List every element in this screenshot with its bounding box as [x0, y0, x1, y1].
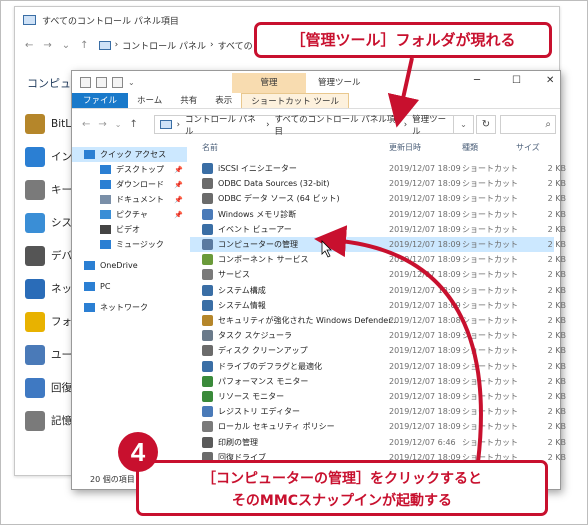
- step-number-badge: 4: [118, 432, 158, 472]
- arrow-to-address-bar: [387, 57, 420, 128]
- callout-line-1: ［コンピューターの管理］をクリックすると: [202, 471, 482, 487]
- callout-folder-appears: ［管理ツール］フォルダが現れる: [254, 22, 552, 58]
- arrow-to-computer-management: [314, 225, 483, 463]
- annotation-arrows: [314, 57, 483, 463]
- callout-click-instruction: ［コンピューターの管理］をクリックすると そのMMCスナップインが起動する: [136, 460, 548, 516]
- callout-line-2: そのMMCスナップインが起動する: [231, 493, 453, 509]
- mouse-cursor: [321, 240, 332, 258]
